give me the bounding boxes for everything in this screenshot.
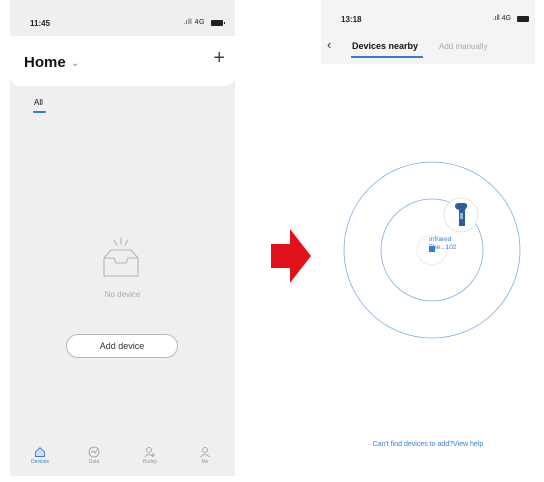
- bottom-tab-bar: Devices Data Buddy Me: [10, 444, 235, 476]
- battery-icon: [517, 16, 529, 22]
- status-time: 11:45: [30, 19, 51, 28]
- radar-scan: [343, 161, 521, 339]
- home-header: Home ⌄ +: [10, 36, 235, 86]
- tab-devices-label: Devices: [31, 459, 49, 465]
- status-bar: 11:45 .ıll 4G: [10, 0, 235, 36]
- tab-devices-nearby[interactable]: Devices nearby: [352, 41, 418, 51]
- signal-indicator: .ıll 4G: [183, 19, 205, 26]
- tab-me-label: Me: [201, 459, 209, 465]
- device-thermometer-icon[interactable]: [443, 197, 479, 233]
- tab-buddy-label: Buddy: [142, 459, 158, 465]
- view-help-link[interactable]: Can't find devices to add?View help: [321, 441, 535, 448]
- right-arrow-icon: [271, 229, 311, 283]
- person-icon: [200, 447, 210, 458]
- device-name: The...102: [429, 244, 457, 251]
- tab-indicator: [33, 111, 46, 113]
- tab-data[interactable]: Data: [74, 446, 114, 465]
- phone-add-device-screen: 13:18 .ıll 4G ‹ Devices nearby Add manua…: [321, 0, 535, 476]
- tab-data-label: Data: [88, 459, 100, 465]
- tab-me[interactable]: Me: [185, 446, 225, 465]
- tab-indicator: [351, 56, 423, 58]
- add-icon[interactable]: +: [213, 48, 225, 68]
- top-bar: 13:18 .ıll 4G ‹ Devices nearby Add manua…: [321, 0, 535, 64]
- tab-buddy[interactable]: Buddy: [130, 446, 170, 465]
- buddy-icon: [144, 447, 155, 458]
- home-icon: [35, 447, 45, 457]
- chart-icon: [88, 446, 100, 458]
- found-device-label[interactable]: Infrared The...102: [429, 236, 456, 252]
- tab-add-manually[interactable]: Add manually: [439, 42, 487, 51]
- empty-state-text: No device: [104, 290, 141, 299]
- battery-icon: [211, 20, 225, 26]
- status-time: 13:18: [341, 15, 362, 24]
- back-icon[interactable]: ‹: [327, 38, 331, 51]
- home-selector[interactable]: Home: [24, 54, 66, 71]
- chevron-down-icon[interactable]: ⌄: [71, 58, 79, 69]
- tab-devices[interactable]: Devices: [20, 446, 60, 465]
- empty-tray-icon: [103, 237, 139, 277]
- signal-indicator: .ıll 4G: [492, 15, 511, 22]
- add-device-button[interactable]: Add device: [66, 334, 178, 358]
- tab-all[interactable]: All: [34, 98, 43, 107]
- device-type: Infrared: [429, 236, 452, 243]
- phone-home-screen: 11:45 .ıll 4G Home ⌄ + All No device Add…: [10, 0, 235, 476]
